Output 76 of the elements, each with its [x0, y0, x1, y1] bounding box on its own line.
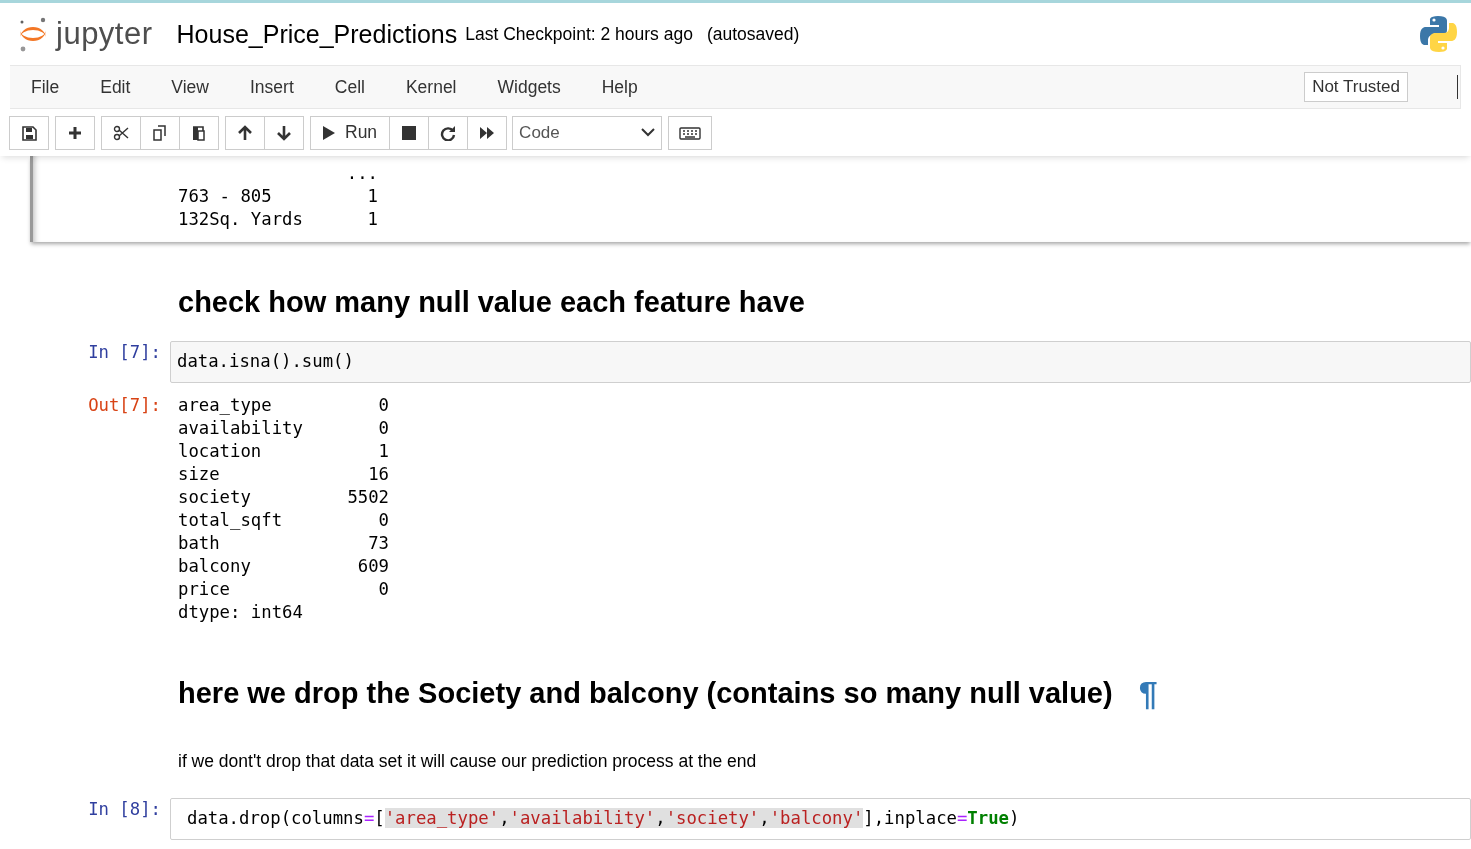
python-logo-icon	[1419, 14, 1459, 54]
output-label: 763 - 805	[178, 185, 273, 208]
run-all-button[interactable]	[467, 115, 508, 150]
run-button[interactable]: Run	[310, 115, 391, 150]
menu-item[interactable]: Widgets	[484, 66, 581, 108]
menu-item[interactable]: Edit	[87, 66, 151, 108]
output-value: 1	[366, 185, 378, 208]
move-up-button[interactable]	[225, 115, 265, 150]
output-label: 132Sq. Yards	[178, 208, 304, 231]
output-dtype: dtype: int64	[178, 601, 304, 624]
plus-icon	[67, 124, 83, 141]
shortcuts-button[interactable]	[668, 115, 713, 150]
markdown-text: if we dont't drop that data set it will cause our prediction process at the end	[178, 751, 757, 771]
trust-indicator[interactable]: Not Trusted	[1304, 72, 1408, 102]
checkpoint-text: Last Checkpoint: 2 hours ago	[465, 23, 693, 45]
interrupt-button[interactable]	[389, 115, 430, 150]
anchor-link[interactable]: ¶	[1138, 674, 1158, 713]
code-line: data.drop(columns=['area_type','availability','society','balcony'],inplace=True)	[187, 808, 1020, 828]
paste-icon	[191, 124, 207, 141]
code-line: data.isna().sum()	[177, 351, 354, 371]
restart-icon	[440, 124, 457, 141]
menu-item[interactable]: Kernel	[392, 66, 477, 108]
output-value: 0	[377, 394, 389, 417]
output-label: area_type	[178, 394, 273, 417]
keyboard-icon	[679, 124, 702, 141]
menu-item[interactable]: View	[158, 66, 229, 108]
section-heading: here we drop the Society and balcony (contains so many null value)	[178, 677, 1113, 710]
code-input[interactable]: data.drop(columns=['area_type','availability','society','balcony'],inplace=True)	[170, 798, 1471, 840]
paste-button[interactable]	[179, 115, 219, 150]
play-icon	[321, 124, 337, 141]
menu-item[interactable]: Insert	[237, 66, 314, 108]
menu-item[interactable]: Cell	[321, 66, 385, 108]
chevron-down-icon	[641, 128, 656, 137]
output-label: society	[178, 486, 252, 509]
move-down-button[interactable]	[264, 115, 304, 150]
output-label: price	[178, 578, 232, 601]
logo-text: jupyter	[56, 16, 153, 52]
menu-item[interactable]: File	[18, 66, 80, 108]
output-label: balcony	[178, 555, 252, 578]
input-prompt: In [8]:	[87, 798, 162, 821]
cut-button[interactable]	[101, 115, 141, 150]
output-label: size	[178, 463, 221, 486]
output-value: 0	[377, 417, 389, 440]
save-icon	[21, 124, 37, 141]
stop-icon	[401, 124, 418, 141]
down-arrow-icon	[276, 124, 292, 141]
output-value: 73	[367, 532, 389, 555]
input-prompt: In [7]:	[87, 341, 162, 364]
output-label: total_sqft	[178, 509, 284, 532]
copy-icon	[152, 124, 168, 141]
section-heading: check how many null value each feature have	[178, 286, 805, 319]
autosave-text: (autosaved)	[706, 23, 800, 45]
fast-forward-icon	[479, 124, 496, 141]
insert-cell-button[interactable]	[55, 115, 95, 150]
output-label: bath	[178, 532, 221, 555]
output-value: 1	[377, 440, 389, 463]
output-value: 0	[377, 578, 389, 601]
cell-type-dropdown[interactable]: Code	[512, 115, 663, 150]
output-value: 5502	[346, 486, 389, 509]
save-button[interactable]	[9, 115, 49, 150]
menu-item[interactable]: Help	[588, 66, 658, 108]
code-input[interactable]: data.isna().sum()	[170, 341, 1471, 383]
output-value: 609	[356, 555, 389, 578]
output-prompt: Out[7]:	[87, 394, 162, 417]
scissors-icon	[113, 124, 129, 141]
dropdown-value: Code	[519, 122, 560, 143]
copy-button[interactable]	[140, 115, 180, 150]
output-value: 1	[366, 208, 378, 231]
output-label: location	[178, 440, 263, 463]
notebook-title[interactable]: House_Price_Predictions	[176, 19, 458, 49]
output-value: 16	[367, 463, 389, 486]
output-value: ...	[345, 162, 378, 185]
output-value: 0	[377, 509, 389, 532]
up-arrow-icon	[237, 124, 253, 141]
output-label: availability	[178, 417, 304, 440]
restart-button[interactable]	[428, 115, 469, 150]
